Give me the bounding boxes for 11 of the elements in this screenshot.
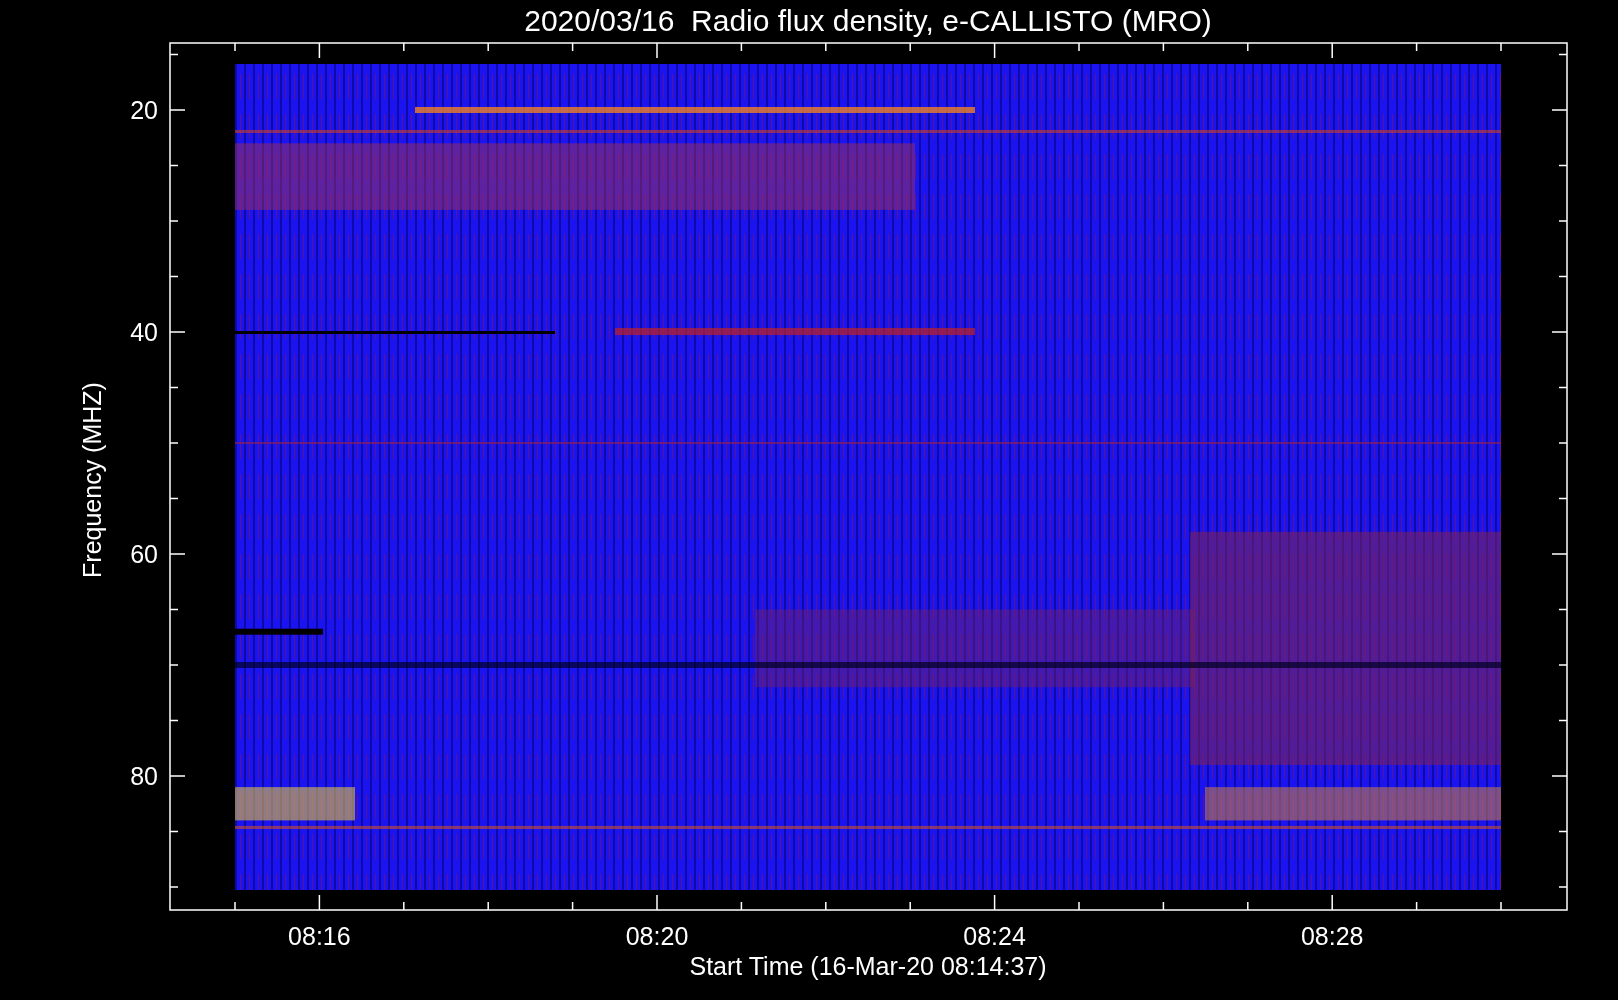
tick-label: 40 [130,318,158,346]
chart-title: 2020/03/16 Radio flux density, e-CALLISTO (MRO) [524,4,1212,37]
tick-label: 80 [130,762,158,790]
axis-title: Start Time (16-Mar-20 08:14:37) [689,952,1047,980]
tick-label: 08:16 [288,922,351,950]
tick-label: 20 [130,96,158,124]
tick-label: 08:20 [625,922,689,950]
tick-label: 60 [130,540,158,568]
tick-label: 08:28 [1300,922,1364,950]
axis-title: Frequency (MHZ) [78,382,106,578]
tick-label: 08:24 [963,922,1026,950]
